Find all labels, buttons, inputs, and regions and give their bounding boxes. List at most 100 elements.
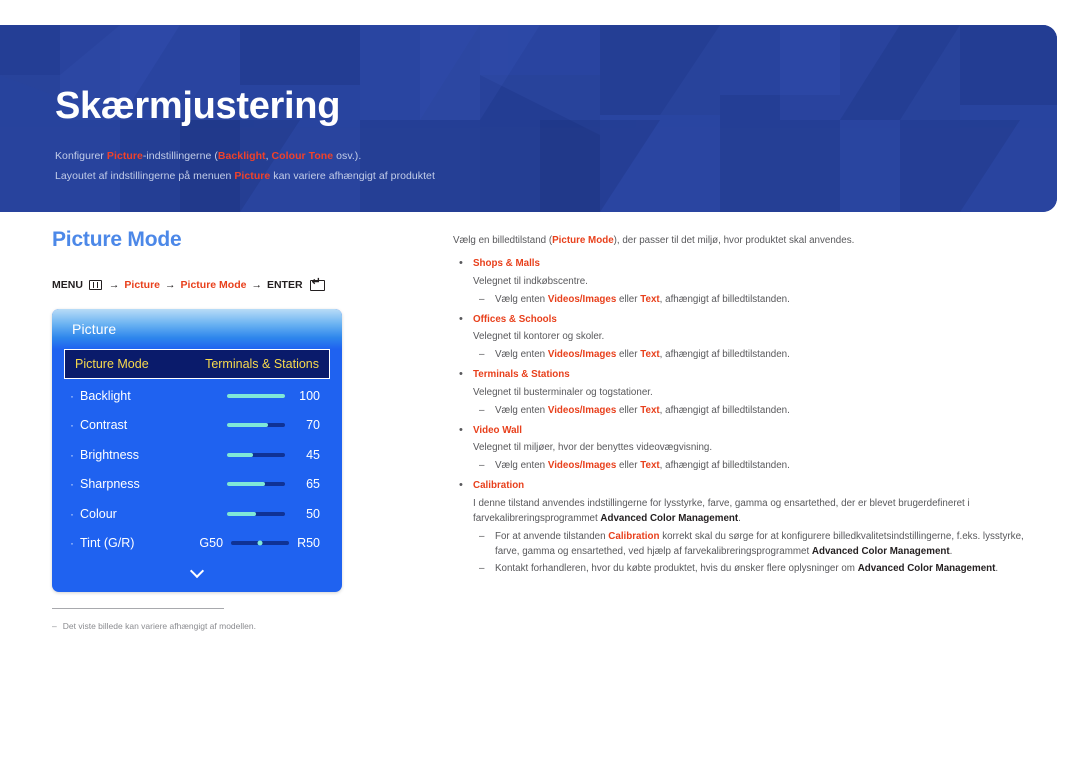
sub-post: . <box>949 545 953 557</box>
intro-paragraph: Vælg en billedtilstand (Picture Mode), d… <box>453 233 1043 248</box>
osd-row-backlight-label: Backlight <box>80 388 131 403</box>
osd-row-tint-right-value: R50 <box>297 536 320 551</box>
dash-icon: – <box>479 563 485 575</box>
osd-row-colour-value: 50 <box>306 506 320 521</box>
osd-row-colour[interactable]: · Colour 50 <box>64 499 330 529</box>
sub-list-item-text: Vælg enten Videos/Images eller Text, afh… <box>495 458 1043 473</box>
list-item-title: Video Wall <box>473 424 522 436</box>
sub-pre: Vælg enten <box>495 404 548 416</box>
sub-mid: eller <box>616 349 641 361</box>
osd-slider-tint[interactable] <box>231 540 290 546</box>
left-column: Picture Mode MENU → Picture → Picture Mo… <box>52 228 432 592</box>
osd-slider-fill <box>227 452 254 457</box>
osd-row-tint[interactable]: · Tint (G/R) G50 R50 <box>64 529 330 559</box>
list-item-body: Shops & Malls Velegnet til indkøbscentre… <box>473 256 1043 309</box>
osd-scroll-more[interactable] <box>64 558 330 584</box>
osd-bullet-icon: · <box>70 388 74 403</box>
banner-subtitle-line-1: Konfigurer Picture-indstillingerne (Back… <box>55 146 1057 166</box>
osd-row-brightness-value: 45 <box>306 447 320 462</box>
sub-list-item-text: Vælg enten Videos/Images eller Text, afh… <box>495 403 1043 418</box>
dash-icon: – <box>479 460 485 472</box>
sub-bold-1: Videos/Images <box>547 293 617 305</box>
banner-line1-mid1: -indstillingerne ( <box>142 149 218 162</box>
sub-bold-2: Text <box>640 349 660 361</box>
osd-slider-contrast[interactable] <box>227 423 285 428</box>
footnote-text: Det viste billede kan variere afhængigt … <box>62 621 256 631</box>
sub-bold-2: Text <box>640 293 660 305</box>
breadcrumb-arrow-2: → <box>165 279 176 291</box>
osd-row-picture-mode[interactable]: Picture Mode Terminals & Stations <box>64 349 330 379</box>
intro-bold-term: Picture Mode <box>552 235 614 246</box>
osd-row-picture-mode-label: Picture Mode <box>75 357 149 371</box>
list-item-desc: Velegnet til miljøer, hvor der benyttes … <box>473 442 713 454</box>
sub-bold-2: Text <box>640 404 660 416</box>
osd-slider-backlight[interactable] <box>227 393 285 398</box>
osd-row-sharpness-label: Sharpness <box>80 477 140 492</box>
banner-line1-hl3: Colour Tone <box>271 149 334 162</box>
sub-list-item: – Vælg enten Videos/Images eller Text, a… <box>473 403 1043 418</box>
sub-list-item-text: Vælg enten Videos/Images eller Text, afh… <box>495 292 1043 307</box>
page-title: Skærmjustering <box>55 85 341 127</box>
list-item-body: Terminals & Stations Velegnet til buster… <box>473 367 1043 420</box>
osd-row-tint-left-value: G50 <box>199 536 224 551</box>
osd-slider-sharpness[interactable] <box>227 482 285 487</box>
sub-mid: eller <box>616 460 641 472</box>
chevron-down-icon[interactable] <box>190 564 204 578</box>
sub-pre: Vælg enten <box>495 460 548 472</box>
sub-post: , afhængigt af billedtilstanden. <box>659 460 790 472</box>
bullet-icon: • <box>459 368 463 381</box>
sub-list-item-text: Vælg enten Videos/Images eller Text, afh… <box>495 347 1043 362</box>
sub-post: , afhængigt af billedtilstanden. <box>659 349 790 361</box>
sub-pre: Vælg enten <box>495 293 548 305</box>
osd-picture-menu: Picture Picture Mode Terminals & Station… <box>52 309 342 592</box>
osd-bullet-icon: · <box>70 418 74 433</box>
calibration-desc-bold: Advanced Color Management <box>600 513 739 525</box>
list-item-title: Shops & Malls <box>473 258 540 270</box>
list-item-desc: Velegnet til indkøbscentre. <box>473 275 588 287</box>
sub-bold-1: Videos/Images <box>547 404 617 416</box>
footnote-dash: – <box>52 621 57 631</box>
list-item: • Shops & Malls Velegnet til indkøbscent… <box>453 256 1043 309</box>
sub-bold-1: Calibration <box>608 530 660 542</box>
sub-bold-2: Text <box>640 460 660 472</box>
intro-pre: Vælg en billedtilstand ( <box>453 235 553 246</box>
osd-slider-knob[interactable] <box>257 540 263 546</box>
sub-list-item-text: For at anvende tilstanden Calibration ko… <box>495 529 1043 559</box>
menu-grid-icon <box>88 280 102 290</box>
banner-line2-hl1: Picture <box>234 170 271 183</box>
enter-return-icon <box>309 277 325 291</box>
section-title: Picture Mode <box>52 228 182 251</box>
osd-row-backlight[interactable]: · Backlight 100 <box>64 381 330 411</box>
list-item-title: Calibration <box>473 480 525 492</box>
sub-list-item: – Vælg enten Videos/Images eller Text, a… <box>473 347 1043 362</box>
list-item-title: Terminals & Stations <box>473 369 570 381</box>
osd-row-colour-label: Colour <box>80 506 117 521</box>
banner-line1-hl2: Backlight <box>217 149 266 162</box>
osd-row-backlight-value: 100 <box>299 388 320 403</box>
osd-bullet-icon: · <box>70 477 74 492</box>
footnote-text-row: – Det viste billede kan variere afhængig… <box>52 620 382 633</box>
osd-row-brightness[interactable]: · Brightness 45 <box>64 440 330 470</box>
osd-bullet-icon: · <box>70 506 74 521</box>
sub-list-item: – Kontakt forhandleren, hvor du købte pr… <box>473 561 1043 576</box>
osd-row-sharpness[interactable]: · Sharpness 65 <box>64 470 330 500</box>
list-item: • Offices & Schools Velegnet til kontore… <box>453 312 1043 365</box>
osd-row-contrast-value: 70 <box>306 418 320 433</box>
osd-row-contrast[interactable]: · Contrast 70 <box>64 411 330 441</box>
osd-slider-brightness[interactable] <box>227 452 285 457</box>
list-item-desc: Velegnet til busterminaler og togstation… <box>473 386 653 398</box>
bullet-icon: • <box>459 312 463 325</box>
banner-subtitle: Konfigurer Picture-indstillingerne (Back… <box>55 146 1057 187</box>
osd-row-picture-mode-value: Terminals & Stations <box>205 357 319 371</box>
sub-bold-1: Videos/Images <box>547 460 617 472</box>
osd-slider-colour[interactable] <box>227 511 285 516</box>
calibration-desc-post: . <box>738 513 741 525</box>
footnote-divider <box>52 608 224 609</box>
breadcrumb-step-picture: Picture <box>124 279 161 291</box>
page-root: Skærmjustering Konfigurer Picture-indsti… <box>0 0 1080 763</box>
bullet-icon: • <box>459 423 463 436</box>
osd-slider-fill <box>227 482 265 487</box>
sub-pre: Vælg enten <box>495 349 548 361</box>
list-item-body: Offices & Schools Velegnet til kontorer … <box>473 312 1043 365</box>
breadcrumb-step-picture-mode: Picture Mode <box>180 279 247 291</box>
